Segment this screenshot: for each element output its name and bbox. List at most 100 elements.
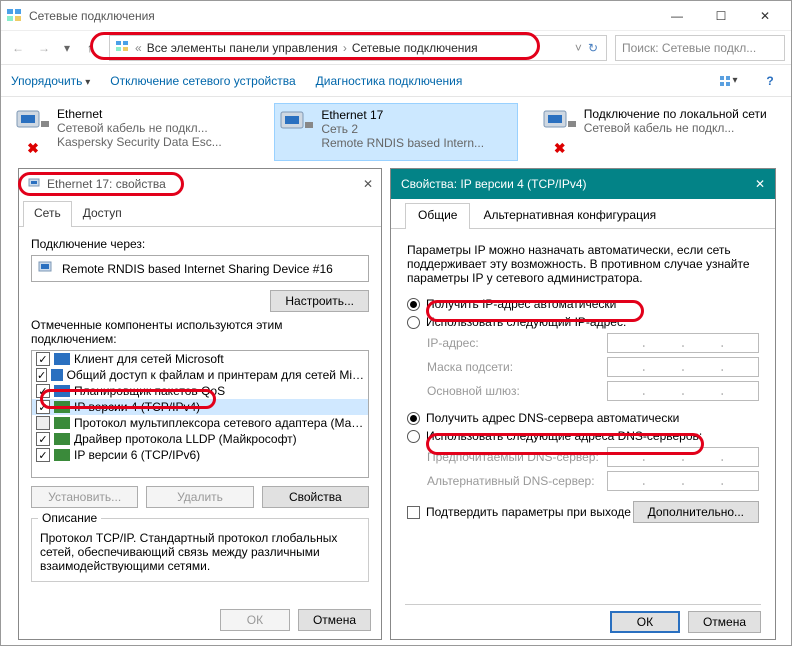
back-button[interactable]: ← (7, 37, 29, 59)
breadcrumb-prefix: « (130, 41, 147, 55)
history-dropdown[interactable]: ▾ (59, 37, 75, 59)
conn-via-label: Подключение через: (31, 237, 369, 251)
dns1-label: Предпочитаемый DNS-сервер: (427, 450, 607, 464)
address-bar[interactable]: « Все элементы панели управления › Сетев… (109, 35, 607, 61)
checkbox[interactable] (36, 352, 50, 366)
cancel-button[interactable]: Отмена (298, 609, 371, 631)
address-dropdown-icon[interactable]: ˅ (575, 41, 582, 55)
search-placeholder: Поиск: Сетевые подкл... (622, 41, 756, 55)
forward-button[interactable]: → (33, 37, 55, 59)
diagnose-button[interactable]: Диагностика подключения (316, 74, 463, 88)
titlebar: Сетевые подключения ― ☐ ✕ (1, 1, 791, 31)
radio-auto-ip[interactable]: Получить IP-адрес автоматически (407, 297, 759, 311)
tab-general[interactable]: Общие (405, 203, 470, 229)
dns2-input[interactable]: ... (607, 471, 759, 491)
component-item-0[interactable]: Клиент для сетей Microsoft (32, 351, 368, 367)
search-box[interactable]: Поиск: Сетевые подкл... (615, 35, 785, 61)
maximize-button[interactable]: ☐ (699, 2, 743, 30)
advanced-button[interactable]: Дополнительно... (633, 501, 759, 523)
conn-status: Сетевой кабель не подкл... (584, 121, 767, 135)
dns1-input[interactable]: ... (607, 447, 759, 467)
configure-button[interactable]: Настроить... (270, 290, 369, 312)
toolbar: Упорядочить Отключение сетевого устройст… (1, 65, 791, 97)
radio-label: Получить IP-адрес автоматически (426, 297, 616, 311)
adapter-properties-dialog: Ethernet 17: свойства ✕ Сеть Доступ Подк… (18, 168, 382, 640)
close-icon[interactable]: ✕ (755, 177, 765, 191)
dialog-title: Свойства: IP версии 4 (TCP/IPv4) (401, 177, 587, 191)
radio-icon (407, 316, 420, 329)
components-list[interactable]: Клиент для сетей Microsoft Общий доступ … (31, 350, 369, 478)
network-adapter-icon (279, 108, 315, 141)
breadcrumb-seg-1[interactable]: Все элементы панели управления (147, 41, 338, 55)
install-button[interactable]: Установить... (31, 486, 138, 508)
red-x-icon: ✖ (554, 140, 566, 157)
connection-item-1[interactable]: Ethernet 17 Сеть 2 Remote RNDIS based In… (274, 103, 517, 161)
red-x-icon: ✖ (27, 140, 39, 157)
checkbox[interactable] (36, 432, 50, 446)
gw-label: Основной шлюз: (427, 384, 607, 398)
ip-input[interactable]: ... (607, 333, 759, 353)
minimize-button[interactable]: ― (655, 2, 699, 30)
conn-name: Подключение по локальной сети (584, 107, 767, 121)
component-item-1[interactable]: Общий доступ к файлам и принтерам для се… (32, 367, 368, 383)
tab-access[interactable]: Доступ (72, 201, 133, 226)
conn-driver: Remote RNDIS based Intern... (321, 136, 484, 150)
desc-legend: Описание (38, 511, 101, 525)
properties-button[interactable]: Свойства (262, 486, 369, 508)
up-button[interactable]: ↑ (79, 37, 101, 59)
close-icon[interactable]: ✕ (363, 177, 373, 191)
ok-button[interactable]: ОК (220, 609, 290, 631)
component-item-5[interactable]: Драйвер протокола LLDP (Майкрософт) (32, 431, 368, 447)
radio-label: Использовать следующие адреса DNS-сервер… (426, 429, 702, 443)
checkbox[interactable] (36, 416, 50, 430)
radio-auto-dns[interactable]: Получить адрес DNS-сервера автоматически (407, 411, 759, 425)
checkbox[interactable] (36, 368, 47, 382)
radio-use-ip[interactable]: Использовать следующий IP-адрес: (407, 315, 759, 329)
radio-use-dns[interactable]: Использовать следующие адреса DNS-сервер… (407, 429, 759, 443)
tab-alternate[interactable]: Альтернативная конфигурация (470, 203, 669, 228)
desc-text: Протокол TCP/IP. Стандартный протокол гл… (40, 531, 360, 573)
checkbox[interactable] (36, 384, 50, 398)
confirm-label: Подтвердить параметры при выходе (426, 505, 631, 519)
component-label: Планировщик пакетов QoS (74, 384, 225, 398)
organize-menu[interactable]: Упорядочить (11, 74, 90, 88)
control-panel-small-icon (114, 38, 130, 57)
connection-item-2[interactable]: ✖ Подключение по локальной сети Сетевой … (538, 103, 781, 161)
component-label: IP версии 4 (TCP/IPv4) (74, 400, 200, 414)
mask-label: Маска подсети: (427, 360, 607, 374)
confirm-checkbox[interactable] (407, 506, 420, 519)
adapter-icon (38, 260, 56, 277)
component-item-3[interactable]: IP версии 4 (TCP/IPv4) (32, 399, 368, 415)
control-panel-icon (5, 5, 23, 26)
adapter-name: Remote RNDIS based Internet Sharing Devi… (62, 262, 333, 276)
breadcrumb-seg-2[interactable]: Сетевые подключения (352, 41, 478, 55)
component-item-2[interactable]: Планировщик пакетов QoS (32, 383, 368, 399)
tab-network[interactable]: Сеть (23, 201, 72, 227)
remove-button[interactable]: Удалить (146, 486, 253, 508)
ok-button[interactable]: ОК (610, 611, 680, 633)
close-button[interactable]: ✕ (743, 2, 787, 30)
view-options-icon[interactable] (717, 70, 739, 92)
nav-row: ← → ▾ ↑ « Все элементы панели управления… (1, 31, 791, 65)
checkbox[interactable] (36, 400, 50, 414)
component-item-6[interactable]: IP версии 6 (TCP/IPv6) (32, 447, 368, 463)
gw-input[interactable]: ... (607, 381, 759, 401)
cancel-button[interactable]: Отмена (688, 611, 761, 633)
adapter-mini-icon (27, 175, 43, 194)
disable-device-button[interactable]: Отключение сетевого устройства (110, 74, 295, 88)
mask-input[interactable]: ... (607, 357, 759, 377)
refresh-icon[interactable]: ↻ (584, 41, 602, 55)
dns2-label: Альтернативный DNS-сервер: (427, 474, 607, 488)
component-label: Протокол мультиплексора сетевого адаптер… (74, 416, 363, 430)
components-label: Отмеченные компоненты используются этим … (31, 318, 369, 346)
radio-icon (407, 430, 420, 443)
connection-item-0[interactable]: ✖ Ethernet Сетевой кабель не подкл... Ka… (11, 103, 254, 161)
radio-label: Использовать следующий IP-адрес: (426, 315, 626, 329)
chevron-icon: › (338, 41, 352, 55)
component-item-4[interactable]: Протокол мультиплексора сетевого адаптер… (32, 415, 368, 431)
network-adapter-icon (15, 107, 51, 140)
help-icon[interactable]: ? (759, 70, 781, 92)
intro-text: Параметры IP можно назначать автоматичес… (407, 243, 759, 285)
connections-list: ✖ Ethernet Сетевой кабель не подкл... Ka… (1, 97, 791, 165)
checkbox[interactable] (36, 448, 50, 462)
